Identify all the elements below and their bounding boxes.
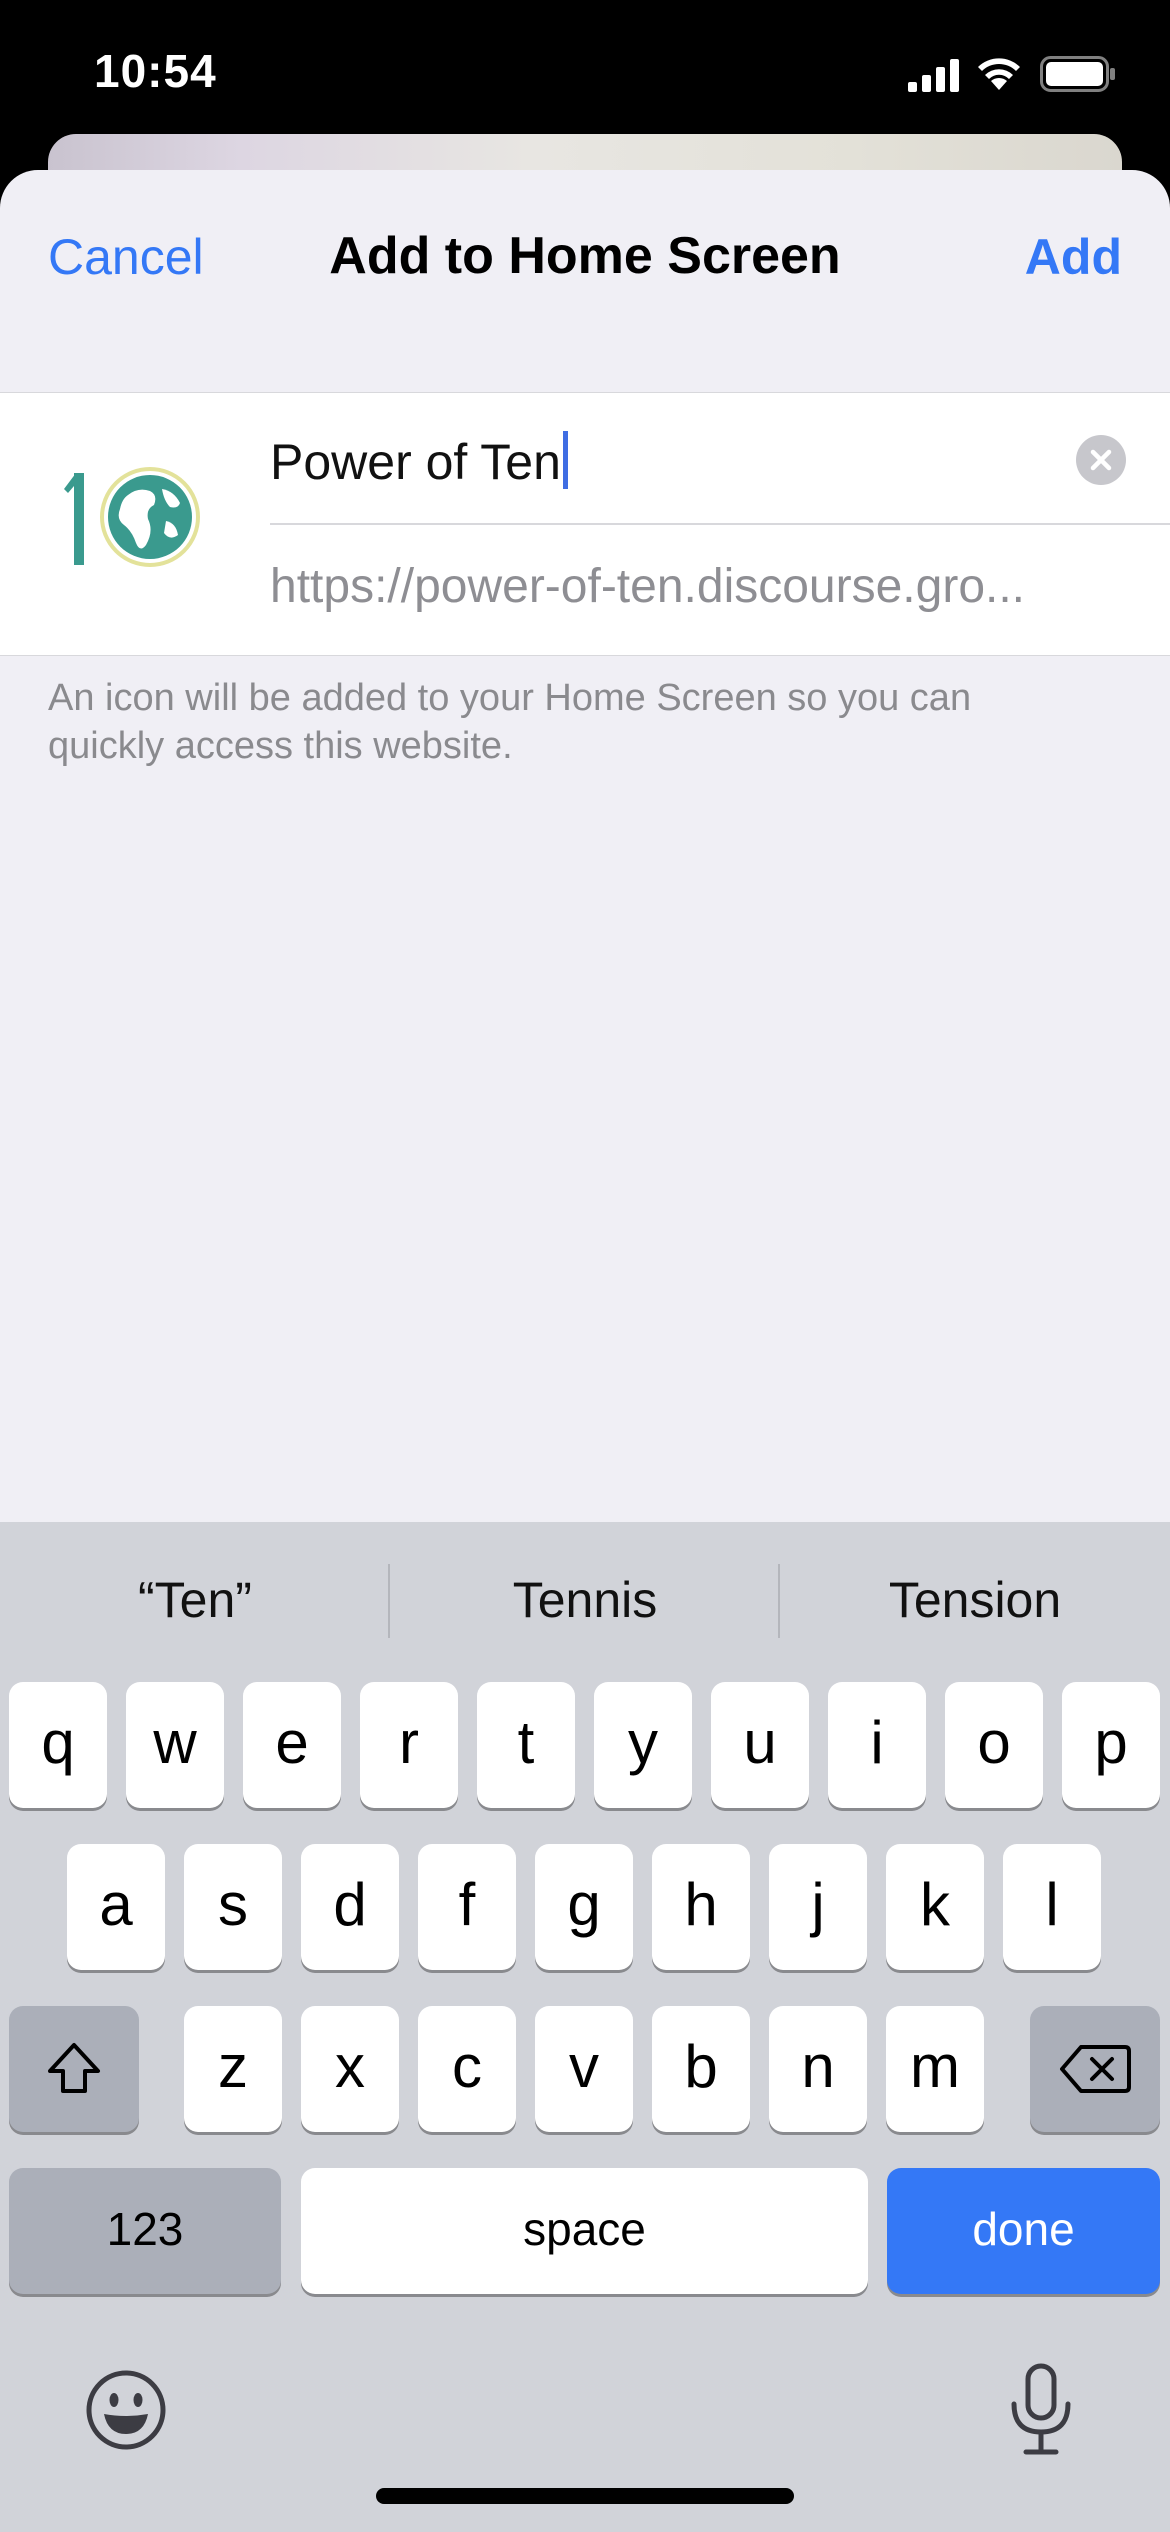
backspace-icon — [1060, 2045, 1131, 2093]
key-t[interactable]: t — [477, 1682, 575, 1808]
key-e[interactable]: e — [243, 1682, 341, 1808]
key-b[interactable]: b — [652, 2006, 750, 2132]
key-o[interactable]: o — [945, 1682, 1043, 1808]
key-x[interactable]: x — [301, 2006, 399, 2132]
clear-text-icon — [1090, 449, 1112, 471]
key-p[interactable]: p — [1062, 1682, 1160, 1808]
prediction-item[interactable]: “Ten” — [0, 1522, 390, 1678]
battery-icon — [1040, 56, 1115, 92]
key-h[interactable]: h — [652, 1844, 750, 1970]
key-s[interactable]: s — [184, 1844, 282, 1970]
text-cursor — [562, 431, 568, 489]
prediction-bar: “Ten” Tennis Tension — [0, 1522, 1170, 1678]
wifi-icon — [978, 58, 1020, 90]
keyboard: “Ten” Tennis Tension q w e r t y u i o p… — [0, 1522, 1170, 2532]
key-m[interactable]: m — [886, 2006, 984, 2132]
cellular-signal-icon — [908, 59, 959, 92]
key-w[interactable]: w — [126, 1682, 224, 1808]
key-q[interactable]: q — [9, 1682, 107, 1808]
status-bar: 10:54 — [0, 0, 1170, 150]
home-indicator — [376, 2488, 794, 2504]
shift-key[interactable] — [9, 2006, 139, 2132]
key-u[interactable]: u — [711, 1682, 809, 1808]
microphone-icon[interactable] — [1006, 2362, 1076, 2458]
clear-text-button[interactable] — [1076, 435, 1126, 485]
backspace-key[interactable] — [1030, 2006, 1160, 2132]
prediction-item[interactable]: Tennis — [390, 1522, 780, 1678]
key-f[interactable]: f — [418, 1844, 516, 1970]
done-key[interactable]: done — [887, 2168, 1160, 2294]
space-key[interactable]: space — [301, 2168, 868, 2294]
url-text: https://power-of-ten.discourse.gro... — [270, 560, 1026, 613]
key-r[interactable]: r — [360, 1682, 458, 1808]
sheet-title: Add to Home Screen — [329, 227, 841, 285]
shortcut-form: Power of Ten https://power-of-ten.discou… — [0, 392, 1170, 656]
status-time: 10:54 — [94, 45, 217, 97]
key-g[interactable]: g — [535, 1844, 633, 1970]
key-z[interactable]: z — [184, 2006, 282, 2132]
numbers-key[interactable]: 123 — [9, 2168, 281, 2294]
key-d[interactable]: d — [301, 1844, 399, 1970]
hint-text: An icon will be added to your Home Scree… — [48, 677, 972, 767]
emoji-icon[interactable] — [84, 2368, 168, 2452]
globe-icon — [64, 467, 200, 567]
key-a[interactable]: a — [67, 1844, 165, 1970]
key-l[interactable]: l — [1003, 1844, 1101, 1970]
status-icons — [870, 0, 1170, 150]
key-i[interactable]: i — [828, 1682, 926, 1808]
add-button[interactable]: Add — [1025, 228, 1122, 286]
key-j[interactable]: j — [769, 1844, 867, 1970]
key-n[interactable]: n — [769, 2006, 867, 2132]
name-value: Power of Ten — [270, 434, 561, 490]
name-field[interactable]: Power of Ten — [270, 393, 1170, 525]
key-v[interactable]: v — [535, 2006, 633, 2132]
shift-icon — [48, 2043, 100, 2093]
key-k[interactable]: k — [886, 1844, 984, 1970]
site-icon — [64, 467, 200, 567]
key-y[interactable]: y — [594, 1682, 692, 1808]
key-c[interactable]: c — [418, 2006, 516, 2132]
prediction-item[interactable]: Tension — [780, 1522, 1170, 1678]
